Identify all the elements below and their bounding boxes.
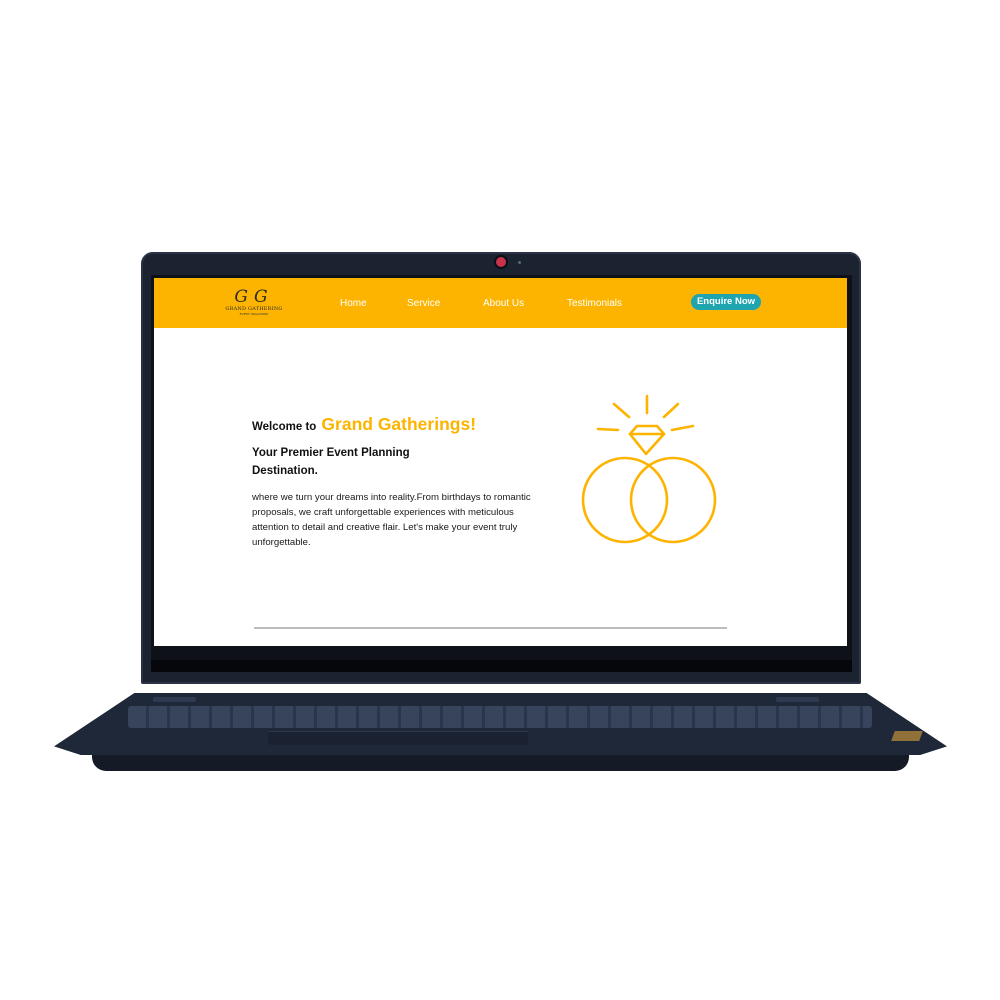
brand-logo[interactable]: GG GRAND GATHERING EVENT ORGANISER [224,288,284,320]
touchpad [268,731,528,745]
webcam-icon [496,257,506,267]
nav-link-service[interactable]: Service [407,298,440,309]
screen-bottom-bezel [151,660,852,672]
camera-sensor-icon [518,261,521,264]
navbar: GG GRAND GATHERING EVENT ORGANISER Home … [154,278,847,328]
enquire-now-button[interactable]: Enquire Now [691,294,761,310]
laptop-base-edge [92,755,909,771]
welcome-heading: Welcome to Grand Gatherings! [252,411,552,440]
website-viewport: GG GRAND GATHERING EVENT ORGANISER Home … [154,278,847,646]
section-divider [254,627,727,629]
nav-link-about-us[interactable]: About Us [483,298,524,309]
hinge-left [153,697,196,702]
welcome-brand-name: Grand Gatherings! [321,414,477,434]
logo-monogram: GG [234,287,274,307]
laptop-mockup: GG GRAND GATHERING EVENT ORGANISER Home … [0,0,1000,1000]
keyboard [128,706,872,728]
hero-description: where we turn your dreams into reality.F… [252,492,531,548]
laptop-sticker [891,731,923,741]
hero-tagline: Your Premier Event Planning Destination. [252,447,410,477]
hero-section: Welcome to Grand Gatherings! Your Premie… [252,411,552,550]
hinge-right [776,697,819,702]
laptop-screen: GG GRAND GATHERING EVENT ORGANISER Home … [151,275,852,660]
wedding-rings-icon [581,394,717,544]
nav-link-testimonials[interactable]: Testimonials [567,298,622,309]
logo-tagline: EVENT ORGANISER [239,312,269,316]
welcome-prefix: Welcome to [252,421,317,433]
nav-link-home[interactable]: Home [340,298,367,309]
